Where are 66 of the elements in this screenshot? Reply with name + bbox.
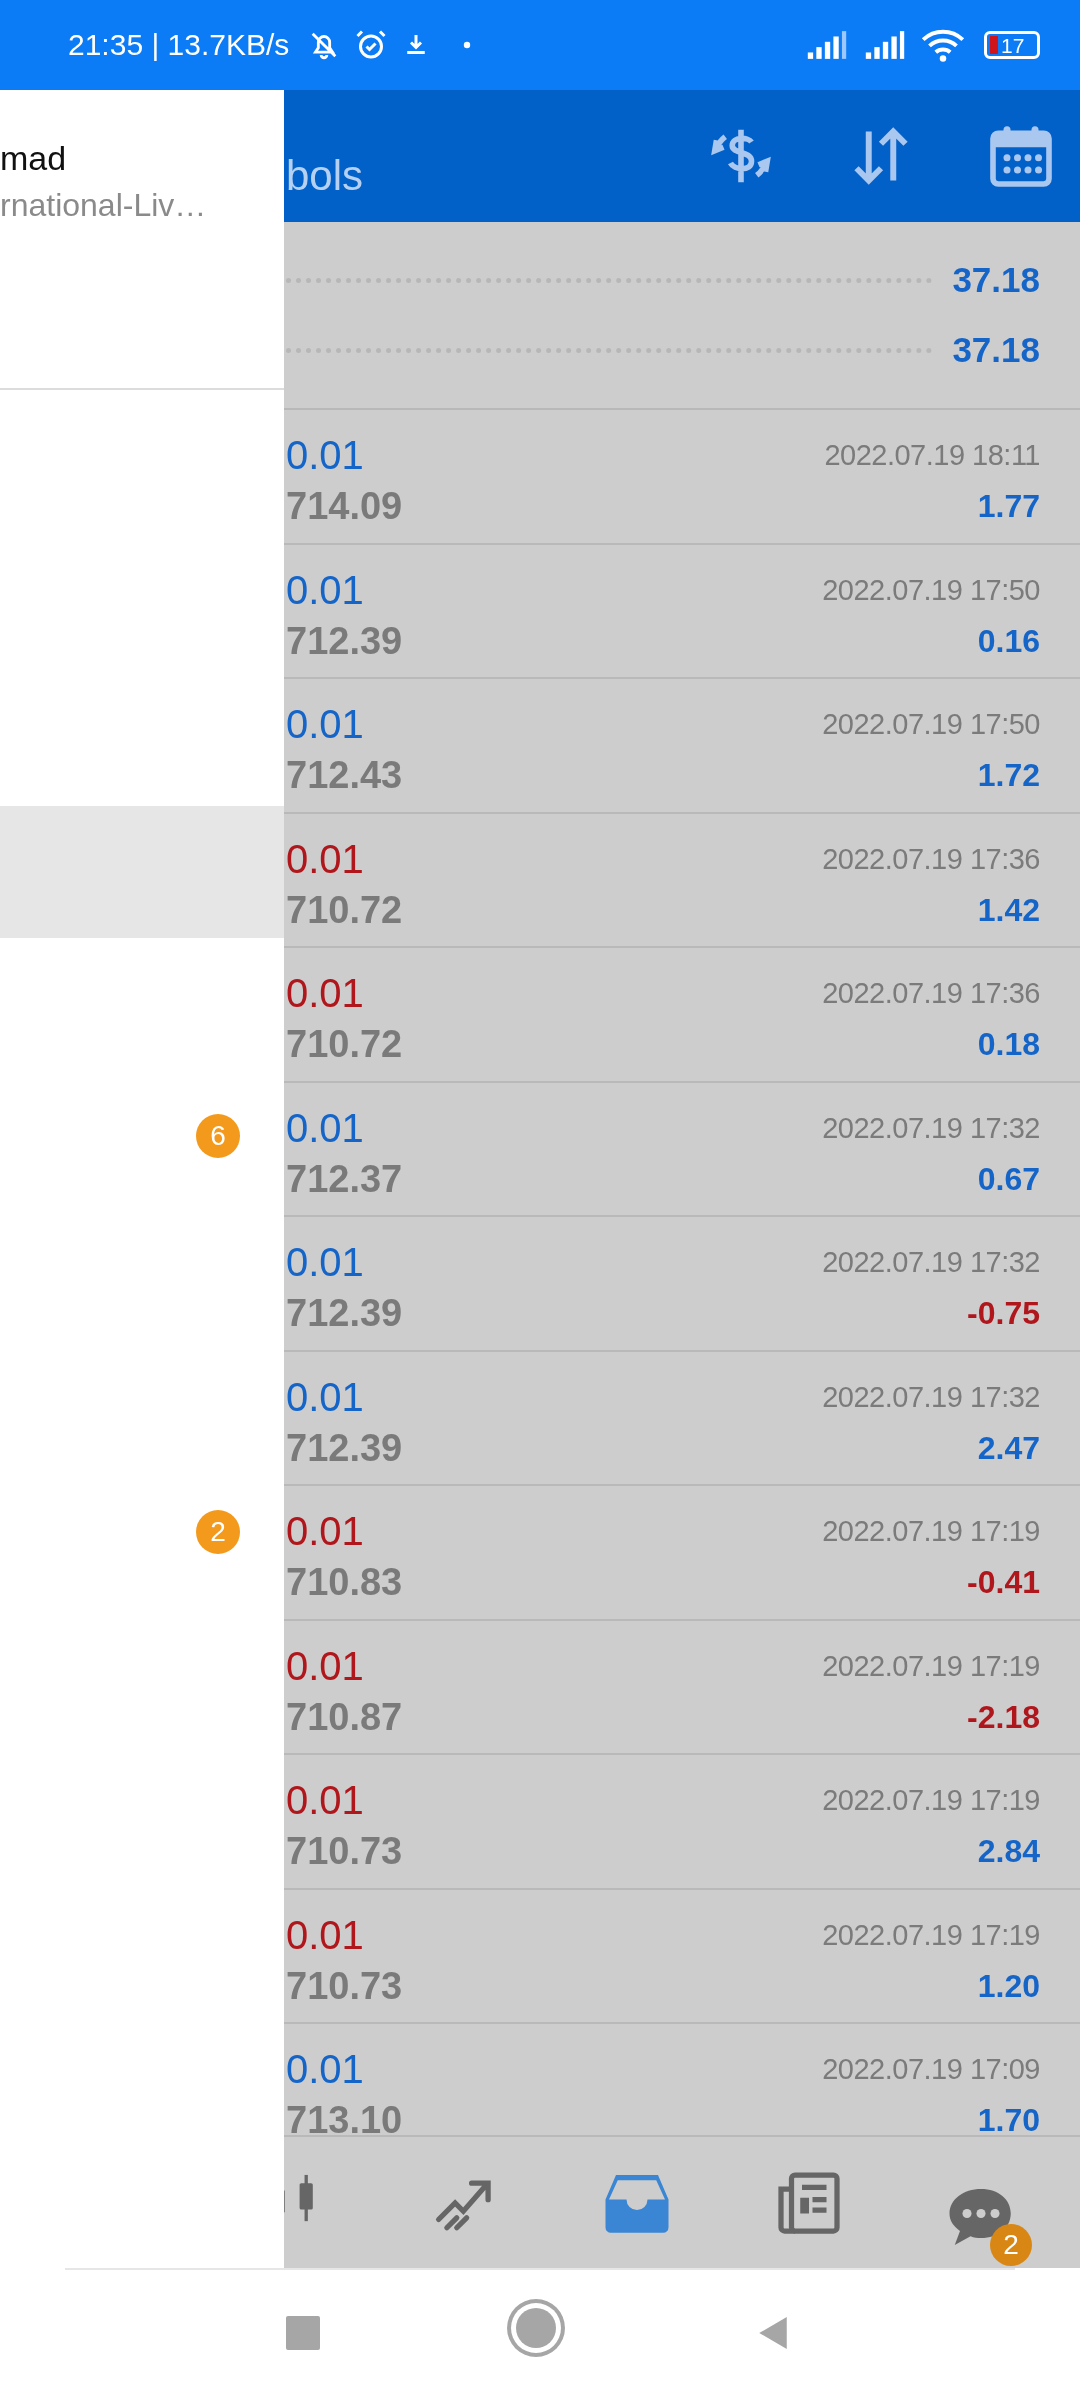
dot-icon bbox=[463, 41, 472, 49]
trade-time: 2022.07.19 17:19 bbox=[822, 1917, 1040, 1953]
screen-title: bols bbox=[286, 152, 364, 200]
messages-button[interactable]: 2 bbox=[946, 2167, 1032, 2266]
summary-value: 37.18 bbox=[952, 330, 1040, 370]
profit: 2.84 bbox=[977, 1832, 1040, 1871]
price: 712.37 bbox=[286, 1156, 403, 1201]
trade-time: 2022.07.19 17:32 bbox=[822, 1379, 1040, 1415]
trade-time: 2022.07.19 17:19 bbox=[822, 1783, 1040, 1818]
trade-time: 2022.07.19 17:09 bbox=[822, 2052, 1040, 2087]
profit: 1.70 bbox=[977, 2101, 1040, 2135]
price: 710.72 bbox=[286, 887, 403, 932]
lot-size: 0.01 bbox=[286, 1239, 365, 1285]
profit: 0.18 bbox=[977, 1025, 1040, 1064]
trade-time: 2022.07.19 17:50 bbox=[822, 572, 1040, 608]
account-name: mad bbox=[0, 138, 68, 179]
profit: 2.47 bbox=[977, 1428, 1040, 1468]
price: 712.39 bbox=[286, 618, 403, 663]
price: 714.09 bbox=[286, 484, 403, 528]
wifi-icon bbox=[920, 27, 966, 63]
profit: 0.16 bbox=[977, 621, 1040, 661]
lot-size: 0.01 bbox=[286, 1642, 365, 1689]
profit: 1.72 bbox=[977, 756, 1040, 795]
count-badge: 2 bbox=[196, 1510, 240, 1554]
price: 710.87 bbox=[286, 1694, 403, 1739]
battery-icon: 17 bbox=[984, 31, 1040, 59]
lot-size: 0.01 bbox=[286, 566, 365, 613]
trade-time: 2022.07.19 17:50 bbox=[822, 707, 1040, 742]
price: 710.72 bbox=[286, 1022, 403, 1066]
server-name: rnational-Liv… bbox=[0, 186, 208, 225]
price: 710.73 bbox=[286, 1829, 403, 1873]
lot-size: 0.01 bbox=[286, 1373, 365, 1420]
notification-badge: 2 bbox=[990, 2223, 1032, 2266]
lot-size: 0.01 bbox=[286, 701, 365, 747]
summary-value: 37.18 bbox=[952, 260, 1040, 300]
price: 713.10 bbox=[286, 2098, 403, 2135]
profit: -0.41 bbox=[967, 1563, 1040, 1602]
trade-time: 2022.07.19 18:11 bbox=[824, 438, 1040, 473]
profit: 1.77 bbox=[977, 487, 1040, 526]
status-text: 21:35 | 13.7KB/s bbox=[68, 28, 290, 62]
lot-size: 0.01 bbox=[286, 1777, 365, 1823]
count-badge: 6 bbox=[196, 1114, 240, 1158]
trade-time: 2022.07.19 17:36 bbox=[822, 841, 1040, 877]
profit: 0.67 bbox=[977, 1159, 1040, 1199]
price: 710.73 bbox=[286, 1963, 403, 2008]
lot-size: 0.01 bbox=[286, 1911, 365, 1958]
profit: 1.20 bbox=[977, 1966, 1040, 2006]
trade-time: 2022.07.19 17:32 bbox=[822, 1110, 1040, 1146]
price: 712.39 bbox=[286, 1291, 403, 1335]
price: 710.83 bbox=[286, 1560, 403, 1604]
lot-size: 0.01 bbox=[286, 2046, 365, 2092]
price: 712.43 bbox=[286, 753, 403, 797]
lot-size: 0.01 bbox=[286, 1104, 365, 1151]
back-button[interactable] bbox=[757, 2315, 789, 2351]
profit: -2.18 bbox=[967, 1697, 1040, 1737]
lot-size: 0.01 bbox=[286, 970, 365, 1016]
trade-time: 2022.07.19 17:19 bbox=[822, 1514, 1040, 1549]
lot-size: 0.01 bbox=[286, 835, 365, 882]
lot-size: 0.01 bbox=[286, 432, 365, 478]
trade-time: 2022.07.19 17:19 bbox=[822, 1648, 1040, 1684]
trade-time: 2022.07.19 17:32 bbox=[822, 1245, 1040, 1280]
profit: 1.42 bbox=[977, 890, 1040, 930]
trade-time: 2022.07.19 17:36 bbox=[822, 976, 1040, 1011]
lot-size: 0.01 bbox=[286, 1508, 365, 1554]
profit: -0.75 bbox=[967, 1294, 1040, 1333]
price: 712.39 bbox=[286, 1425, 403, 1470]
